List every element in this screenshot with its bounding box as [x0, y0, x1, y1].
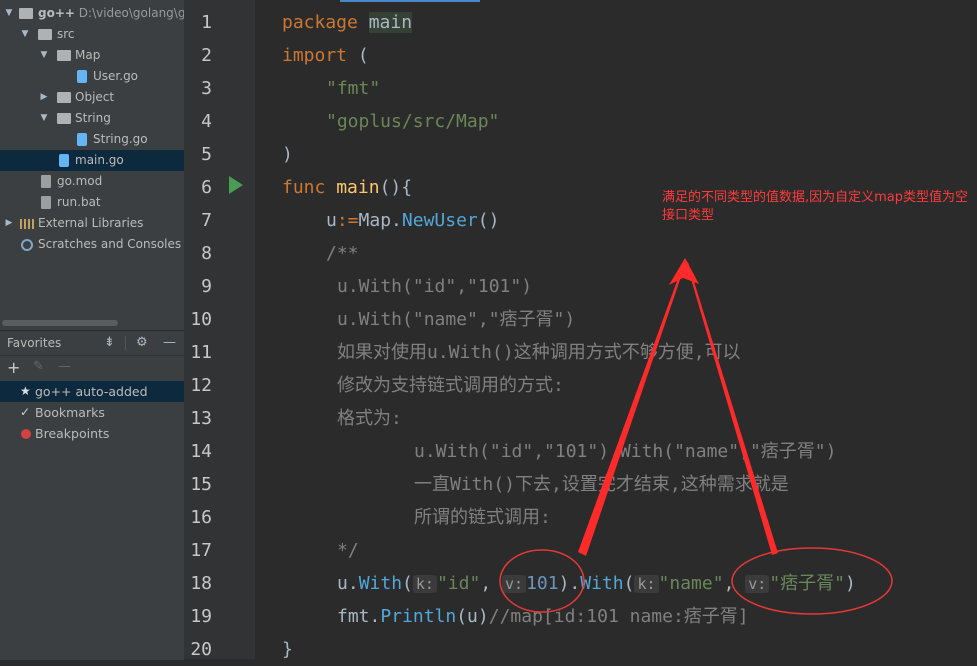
highlight-ellipse [499, 549, 585, 613]
arrow-head-icon [669, 258, 699, 285]
annotation-overlay [499, 258, 893, 615]
highlight-ellipse [731, 547, 893, 615]
arrow-shaft [578, 262, 686, 556]
annotation-text: 满足的不同类型的值数据,因为自定义map类型值为空接口类型 [662, 190, 969, 223]
arrow-shaft [686, 262, 778, 555]
